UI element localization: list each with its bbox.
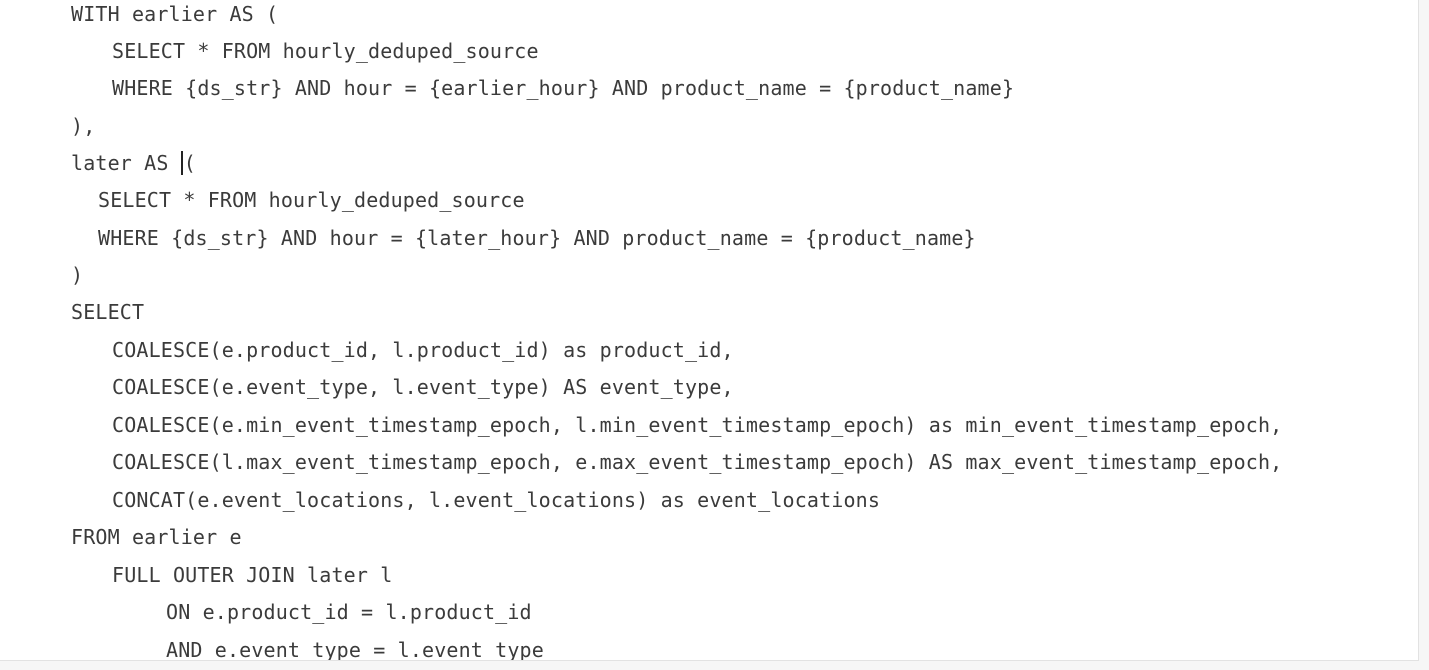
code-line-4: ), <box>71 114 96 138</box>
code-line-9: SELECT <box>71 300 145 324</box>
code-line-15: FROM earlier e <box>71 525 242 549</box>
code-line-2: SELECT * FROM hourly_deduped_source <box>112 39 539 63</box>
code-line-18: AND e.event_type = l.event_type <box>166 638 544 661</box>
code-line-13: COALESCE(l.max_event_timestamp_epoch, e.… <box>112 450 1283 474</box>
code-line-3: WHERE {ds_str} AND hour = {earlier_hour}… <box>112 76 1015 100</box>
code-editor[interactable]: WITH earlier AS ( SELECT * FROM hourly_d… <box>0 0 1419 661</box>
code-line-16: FULL OUTER JOIN later l <box>112 563 393 587</box>
code-area[interactable]: WITH earlier AS ( SELECT * FROM hourly_d… <box>0 0 1418 660</box>
code-line-10: COALESCE(e.product_id, l.product_id) as … <box>112 338 734 362</box>
code-line-6: SELECT * FROM hourly_deduped_source <box>98 188 525 212</box>
code-line-5-text: later AS <box>71 151 181 175</box>
code-line-12: COALESCE(e.min_event_timestamp_epoch, l.… <box>112 413 1283 437</box>
code-line-7: WHERE {ds_str} AND hour = {later_hour} A… <box>98 226 976 250</box>
screen: WITH earlier AS ( SELECT * FROM hourly_d… <box>0 0 1429 670</box>
code-line-11: COALESCE(e.event_type, l.event_type) AS … <box>112 375 734 399</box>
code-line-8: ) <box>71 263 84 287</box>
code-line-17: ON e.product_id = l.product_id <box>166 600 532 624</box>
code-line-5: later AS ( <box>71 149 196 177</box>
text-cursor <box>180 151 183 175</box>
code-line-5-paren: ( <box>183 151 196 175</box>
code-line-14: CONCAT(e.event_locations, l.event_locati… <box>112 488 881 512</box>
code-line-1: WITH earlier AS ( <box>71 2 279 26</box>
